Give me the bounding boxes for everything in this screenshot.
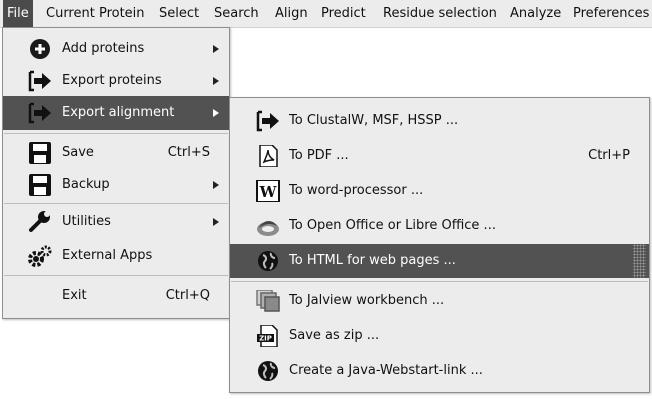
- shortcut-label: Ctrl+Q: [165, 288, 210, 303]
- submenu-item-to-jalview[interactable]: To Jalview workbench ...: [230, 284, 649, 318]
- svg-text:ZIP: ZIP: [259, 335, 272, 343]
- zip-file-icon: ZIP: [255, 325, 281, 347]
- menu-item-label: To HTML for web pages ...: [289, 253, 456, 268]
- export-arrow-icon: [27, 102, 53, 124]
- submenu-item-to-clustalw[interactable]: To ClustalW, MSF, HSSP ...: [230, 104, 649, 138]
- export-arrow-icon: [255, 110, 281, 132]
- menu-item-export-proteins[interactable]: Export proteins: [3, 64, 229, 98]
- menu-separator: [231, 281, 648, 282]
- menu-select[interactable]: Select: [155, 0, 203, 27]
- resize-grip: [633, 244, 646, 278]
- menu-item-label: To word-processor ...: [289, 183, 424, 198]
- menu-item-label: To Open Office or Libre Office ...: [289, 218, 496, 233]
- menu-analyze[interactable]: Analyze: [506, 0, 565, 27]
- menu-item-label: Exit: [62, 288, 87, 303]
- submenu-item-java-webstart-link[interactable]: Create a Java-Webstart-link ...: [230, 354, 649, 388]
- globe-icon: [255, 360, 281, 382]
- submenu-item-to-open-office[interactable]: To Open Office or Libre Office ...: [230, 209, 649, 243]
- submenu-item-save-as-zip[interactable]: ZIP Save as zip ...: [230, 319, 649, 353]
- pdf-icon: [255, 145, 281, 167]
- menu-item-label: External Apps: [62, 248, 153, 263]
- menu-item-label: To Jalview workbench ...: [289, 293, 445, 308]
- jalview-icon: [255, 290, 281, 312]
- menu-preferences[interactable]: Preferences: [569, 0, 652, 27]
- menu-item-export-alignment[interactable]: Export alignment: [3, 96, 229, 130]
- menu-file[interactable]: File: [3, 0, 33, 27]
- menu-predict[interactable]: Predict: [317, 0, 370, 27]
- shortcut-label: Ctrl+S: [167, 145, 210, 160]
- menu-item-label: Add proteins: [62, 41, 145, 56]
- submenu-item-to-pdf[interactable]: To PDF ... Ctrl+P: [230, 139, 649, 173]
- submenu-arrow-icon: [213, 109, 219, 117]
- floppy-disk-icon: [27, 142, 53, 164]
- submenu-arrow-icon: [213, 181, 219, 189]
- menu-item-label: Save: [62, 145, 94, 160]
- floppy-disk-icon: [27, 174, 53, 196]
- word-document-icon: W: [255, 180, 281, 202]
- globe-icon: [255, 250, 281, 272]
- menu-separator: [4, 133, 228, 134]
- menu-item-label: Create a Java-Webstart-link ...: [289, 363, 483, 378]
- menu-separator: [4, 275, 228, 276]
- menu-current-protein[interactable]: Current Protein: [42, 0, 149, 27]
- menu-item-save[interactable]: Save Ctrl+S: [3, 136, 229, 170]
- plus-circle-icon: [27, 38, 53, 60]
- menu-item-utilities[interactable]: Utilities: [3, 205, 229, 239]
- menu-item-label: Backup: [62, 177, 110, 192]
- openoffice-icon: [255, 215, 281, 237]
- menu-separator: [4, 203, 228, 204]
- svg-text:W: W: [259, 183, 278, 201]
- gears-icon: [27, 245, 53, 267]
- menu-search[interactable]: Search: [210, 0, 263, 27]
- menu-item-label: Export alignment: [62, 105, 175, 120]
- submenu-item-to-word-processor[interactable]: W To word-processor ...: [230, 174, 649, 208]
- menu-item-label: To PDF ...: [289, 148, 349, 163]
- submenu-arrow-icon: [213, 218, 219, 226]
- submenu-arrow-icon: [213, 77, 219, 85]
- menu-item-label: To ClustalW, MSF, HSSP ...: [289, 113, 459, 128]
- menu-item-external-apps[interactable]: External Apps: [3, 239, 229, 273]
- menu-item-exit[interactable]: Exit Ctrl+Q: [3, 279, 229, 313]
- export-arrow-icon: [27, 70, 53, 92]
- shortcut-label: Ctrl+P: [588, 148, 630, 163]
- menu-item-label: Utilities: [62, 214, 111, 229]
- submenu-arrow-icon: [213, 45, 219, 53]
- menu-item-label: Save as zip ...: [289, 328, 380, 343]
- menu-item-add-proteins[interactable]: Add proteins: [3, 32, 229, 66]
- wrench-icon: [27, 211, 53, 233]
- menu-align[interactable]: Align: [271, 0, 312, 27]
- file-menu: Add proteins Export proteins Export alig…: [2, 27, 230, 319]
- menu-bar: File Current Protein Select Search Align…: [0, 0, 652, 28]
- menu-item-backup[interactable]: Backup: [3, 168, 229, 202]
- menu-item-label: Export proteins: [62, 73, 162, 88]
- export-alignment-submenu: To ClustalW, MSF, HSSP ... To PDF ... Ct…: [229, 97, 650, 393]
- menu-residue-selection[interactable]: Residue selection: [379, 0, 501, 27]
- submenu-item-to-html[interactable]: To HTML for web pages ...: [230, 244, 649, 278]
